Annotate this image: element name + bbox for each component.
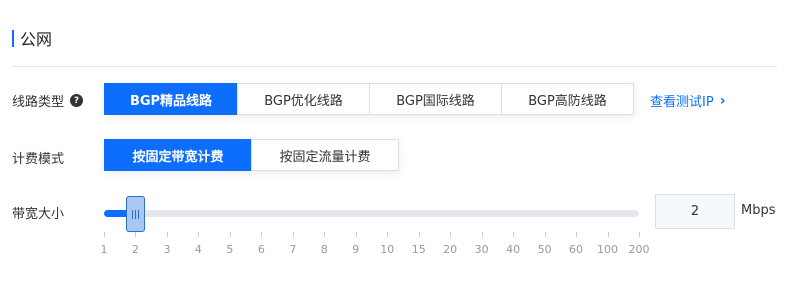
test-ip-link[interactable]: 查看测试IP › [650, 91, 726, 111]
title-accent-bar [12, 29, 14, 47]
line-type-selector: BGP精品线路 BGP优化线路 BGP国际线路 BGP高防线路 [104, 83, 634, 115]
slider-tick-mark [450, 232, 452, 237]
slider-tick-mark [166, 232, 168, 237]
slider-tick-label: 15 [411, 243, 426, 256]
bandwidth-value-input[interactable] [655, 194, 735, 229]
slider-tick-mark [135, 232, 137, 237]
slider-tick-label: 50 [537, 243, 552, 256]
billing-option-fixed-traffic[interactable]: 按固定流量计费 [251, 139, 399, 171]
line-type-label: 线路类型 ? [12, 91, 84, 110]
slider-tick-label: 4 [194, 243, 202, 256]
slider-tick-mark [607, 232, 609, 237]
slider-tick-label: 7 [289, 243, 297, 256]
slider-tick-mark [544, 232, 546, 237]
slider-tick-label: 60 [569, 243, 584, 256]
bandwidth-label-text: 带宽大小 [12, 207, 65, 222]
question-circle-icon[interactable]: ? [70, 94, 84, 107]
bandwidth-label: 带宽大小 [12, 203, 64, 222]
billing-option-fixed-bandwidth[interactable]: 按固定带宽计费 [104, 139, 252, 171]
chevron-right-icon[interactable]: › [720, 93, 726, 109]
line-type-option-bgp-international[interactable]: BGP国际线路 [369, 83, 502, 115]
bandwidth-slider-track[interactable] [104, 210, 639, 217]
slider-tick-label: 5 [226, 243, 234, 256]
bandwidth-slider-scale: 1 2 3 4 5 6 7 8 9 10 15 20 30 40 50 60 100 200 [100, 232, 650, 262]
slider-tick-label: 8 [320, 243, 328, 256]
line-type-option-bgp-premium[interactable]: BGP精品线路 [104, 83, 238, 115]
slider-tick-label: 20 [443, 243, 458, 256]
billing-label: 计费模式 [12, 148, 64, 167]
slider-tick-mark [387, 232, 389, 237]
slider-tick-mark [229, 232, 231, 237]
slider-tick-mark [513, 232, 515, 237]
line-type-label-text: 线路类型 [12, 95, 65, 110]
slider-tick-mark [481, 232, 483, 237]
slider-tick-label: 1 [100, 243, 108, 256]
slider-tick-mark [355, 232, 357, 237]
grip-lines-icon [132, 209, 140, 219]
slider-tick-label: 30 [474, 243, 489, 256]
bandwidth-slider-handle[interactable] [126, 196, 146, 232]
test-ip-link-text[interactable]: 查看测试IP [650, 91, 714, 110]
slider-tick-label: 200 [628, 243, 650, 256]
slider-tick-mark [198, 232, 200, 237]
slider-tick-mark [576, 232, 578, 237]
section-title-text: 公网 [20, 30, 53, 49]
slider-tick-mark [639, 232, 640, 237]
section-divider [12, 66, 778, 67]
slider-tick-label: 40 [506, 243, 521, 256]
billing-mode-selector: 按固定带宽计费 按固定流量计费 [104, 139, 399, 171]
section-title: 公网 [12, 28, 53, 49]
slider-tick-mark [324, 232, 326, 237]
bandwidth-unit: Mbps [741, 203, 776, 218]
slider-tick-label: 6 [257, 243, 265, 256]
slider-tick-mark [104, 232, 105, 237]
slider-tick-label: 3 [163, 243, 171, 256]
slider-tick-label: 2 [131, 243, 139, 256]
slider-tick-label: 10 [380, 243, 395, 256]
line-type-option-bgp-ddos[interactable]: BGP高防线路 [501, 83, 634, 115]
line-type-option-bgp-optimized[interactable]: BGP优化线路 [237, 83, 370, 115]
slider-tick-label: 100 [597, 243, 619, 256]
slider-tick-label: 9 [352, 243, 360, 256]
billing-label-text: 计费模式 [12, 152, 65, 167]
slider-tick-mark [292, 232, 294, 237]
slider-tick-mark [261, 232, 263, 237]
slider-tick-mark [418, 232, 420, 237]
